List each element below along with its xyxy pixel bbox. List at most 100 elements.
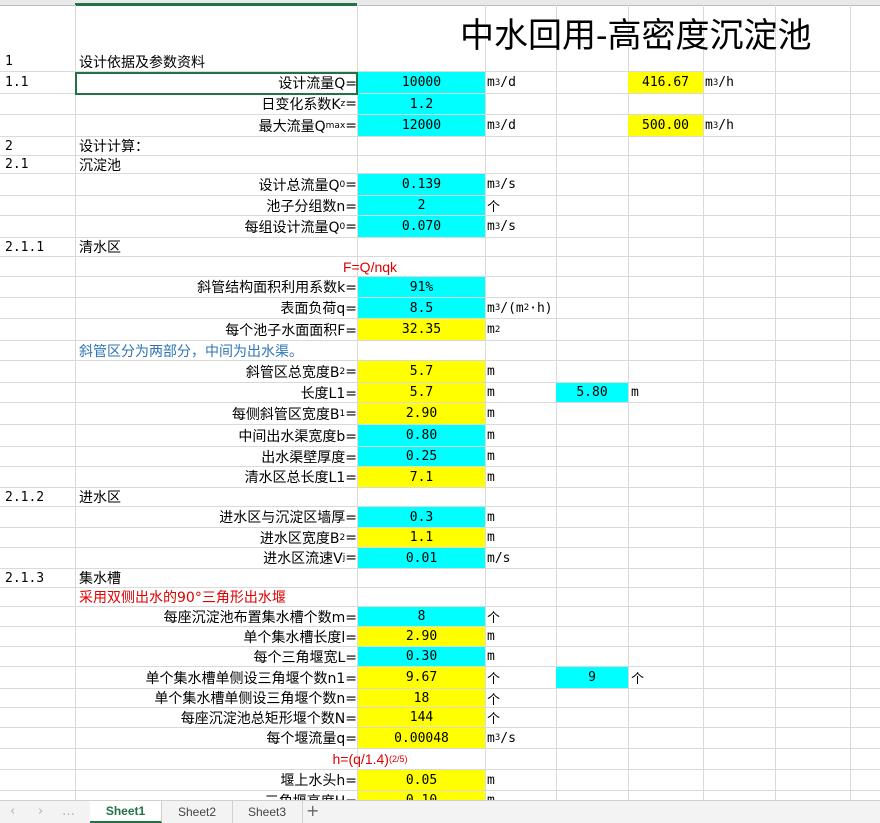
tab-sheet1[interactable]: Sheet1 — [90, 801, 162, 823]
row-heading[interactable]: 设计依据及参数资料 — [79, 52, 205, 71]
parameter-label[interactable]: 清水区总长度L1= — [245, 467, 357, 487]
parameter-label[interactable]: 表面负荷q= — [280, 298, 357, 318]
parameter-label[interactable]: 单个集水槽长度l= — [243, 627, 357, 646]
table-row: 2.1.2 进水区 — [0, 488, 880, 507]
parameter-value[interactable]: 0.30 — [358, 647, 485, 666]
parameter-label[interactable]: 出水渠壁厚度= — [261, 447, 357, 466]
parameter-value[interactable]: 2.90 — [358, 627, 485, 646]
parameter-value[interactable]: 0.00048 — [358, 728, 485, 748]
parameter-label[interactable]: 斜管区总宽度B 2 = — [246, 361, 357, 382]
parameter-label[interactable]: 每个三角堰宽L= — [253, 647, 357, 666]
parameter-label[interactable]: 设计总流量Q 0 = — [259, 174, 358, 195]
parameter-label[interactable]: 堰上水头h= — [280, 770, 357, 790]
tab-sheet2[interactable]: Sheet2 — [162, 801, 233, 823]
more-sheets-icon[interactable]: … — [62, 804, 75, 819]
parameter-label[interactable]: 中间出水渠宽度b= — [238, 425, 357, 446]
row-section-number[interactable]: 1 — [5, 52, 13, 71]
parameter-value[interactable]: 0.80 — [358, 425, 485, 446]
adjusted-value[interactable]: 5.80 — [556, 383, 628, 402]
table-row: 设计总流量Q 0 = 0.139 m 3/s — [0, 174, 880, 196]
spreadsheet-grid[interactable]: 中水回用-高密度沉淀池 1 设计依据及参数资料 1.1 设计流量Q= 10000 m 3/d… — [0, 0, 880, 800]
row-heading[interactable]: 沉淀池 — [79, 156, 121, 174]
parameter-label[interactable]: 单个集水槽单侧设三角堰个数n= — [154, 689, 357, 707]
parameter-value[interactable]: 18 — [358, 689, 485, 707]
parameter-value[interactable]: 0.070 — [358, 216, 485, 237]
parameter-unit: m — [487, 772, 495, 788]
parameter-value[interactable]: 8.5 — [358, 298, 485, 318]
row-section-number[interactable]: 2.1 — [5, 156, 28, 173]
row-section-number[interactable]: 1.1 — [5, 72, 28, 93]
row-section-number[interactable]: 2.1.3 — [5, 569, 44, 587]
table-row: 2.1.3 集水槽 — [0, 569, 880, 588]
row-heading[interactable]: 集水槽 — [79, 569, 121, 587]
parameter-unit: m — [487, 385, 495, 400]
adjusted-value[interactable]: 9 — [556, 667, 628, 688]
row-section-number[interactable]: 2.1.1 — [5, 238, 44, 256]
active-cell-selection[interactable] — [75, 72, 358, 95]
parameter-value[interactable]: 32.35 — [358, 319, 485, 340]
table-row: 2.1 沉淀池 — [0, 156, 880, 174]
row-heading[interactable]: 斜管区分为两部分，中间为出水渠。 — [79, 341, 303, 360]
parameter-label[interactable]: 每个池子水面面积F= — [225, 319, 357, 340]
parameter-unit: 个 — [487, 712, 501, 727]
parameter-label[interactable]: 每座沉淀池布置集水槽个数m= — [164, 607, 357, 626]
parameter-value[interactable]: 12000 — [358, 115, 485, 136]
table-row: 最大流量Q max = 12000 m 3/d 500.00 m 3/h — [0, 115, 880, 137]
parameter-value[interactable]: 1.2 — [358, 94, 485, 114]
parameter-unit: m — [487, 364, 495, 379]
table-row: 三角堰高度H=0.10m — [0, 791, 880, 800]
parameter-value[interactable]: 2 — [358, 196, 485, 215]
parameter-value[interactable]: 5.7 — [358, 361, 485, 382]
parameter-unit: m 3/(m 2 ·h) — [487, 300, 553, 316]
scroll-last-icon[interactable]: › — [38, 804, 43, 819]
parameter-label[interactable]: 斜管结构面积利用系数k= — [197, 277, 357, 297]
converted-unit: m 3/h — [705, 75, 734, 90]
parameter-value[interactable]: 7.1 — [358, 467, 485, 487]
tab-sheet3[interactable]: Sheet3 — [232, 801, 303, 823]
parameter-label[interactable]: 单个集水槽单侧设三角堰个数n1= — [145, 667, 357, 688]
row-heading[interactable]: 设计计算： — [79, 137, 149, 155]
row-heading[interactable]: 进水区 — [79, 488, 121, 506]
add-sheet-button[interactable]: + — [306, 801, 319, 820]
row-section-number[interactable]: 2 — [5, 137, 13, 155]
row-heading[interactable]: 清水区 — [79, 238, 121, 256]
parameter-unit: m 3/d — [487, 118, 516, 133]
parameter-value[interactable]: 0.05 — [358, 770, 485, 790]
parameter-value[interactable]: 0.10 — [358, 791, 485, 800]
parameter-value[interactable]: 8 — [358, 607, 485, 626]
parameter-label[interactable]: 每个堰流量q= — [266, 728, 357, 748]
parameter-value[interactable]: 10000 — [358, 72, 485, 93]
table-row: 斜管区分为两部分，中间为出水渠。 — [0, 341, 880, 361]
parameter-value[interactable]: 9.67 — [358, 667, 485, 688]
parameter-value[interactable]: 0.01 — [358, 548, 485, 568]
converted-value[interactable]: 500.00 — [628, 115, 703, 136]
parameter-label[interactable]: 进水区流速V j = — [263, 548, 357, 568]
parameter-label[interactable]: 每组设计流量Q 0 = — [245, 216, 358, 237]
parameter-unit: m — [487, 406, 495, 421]
parameter-value[interactable]: 0.25 — [358, 447, 485, 466]
parameter-label[interactable]: 池子分组数n= — [266, 196, 357, 215]
parameter-label[interactable]: 最大流量Q max = — [259, 115, 357, 136]
parameter-label[interactable]: 每座沉淀池总矩形堰个数N= — [181, 708, 357, 727]
parameter-value[interactable]: 91% — [358, 277, 485, 297]
parameter-value[interactable]: 2.90 — [358, 403, 485, 424]
parameter-label[interactable]: 进水区与沉淀区墙厚= — [219, 507, 357, 527]
parameter-label[interactable]: 每侧斜管区宽度B 1 = — [232, 403, 357, 424]
parameter-value[interactable]: 5.7 — [358, 383, 485, 402]
parameter-label[interactable]: 进水区宽度B 2 = — [260, 528, 357, 547]
parameter-unit: 个 — [487, 672, 501, 687]
parameter-value[interactable]: 0.3 — [358, 507, 485, 527]
parameter-value[interactable]: 1.1 — [358, 528, 485, 547]
table-row: 进水区与沉淀区墙厚= 0.3 m — [0, 507, 880, 528]
parameter-value[interactable]: 144 — [358, 708, 485, 727]
parameter-label[interactable]: 三角堰高度H= — [265, 791, 357, 801]
scroll-first-icon[interactable]: ‹ — [10, 804, 15, 819]
parameter-unit: m — [487, 649, 495, 664]
parameter-label[interactable]: 日变化系数K z = — [261, 94, 357, 114]
row-section-number[interactable]: 2.1.2 — [5, 488, 44, 506]
parameter-label[interactable]: 长度L1= — [301, 383, 357, 402]
table-row: 每侧斜管区宽度B 1 = 2.90 m — [0, 403, 880, 425]
row-heading[interactable]: 采用双侧出水的90°三角形出水堰 — [79, 588, 286, 606]
parameter-value[interactable]: 0.139 — [358, 174, 485, 195]
converted-value[interactable]: 416.67 — [628, 72, 703, 93]
